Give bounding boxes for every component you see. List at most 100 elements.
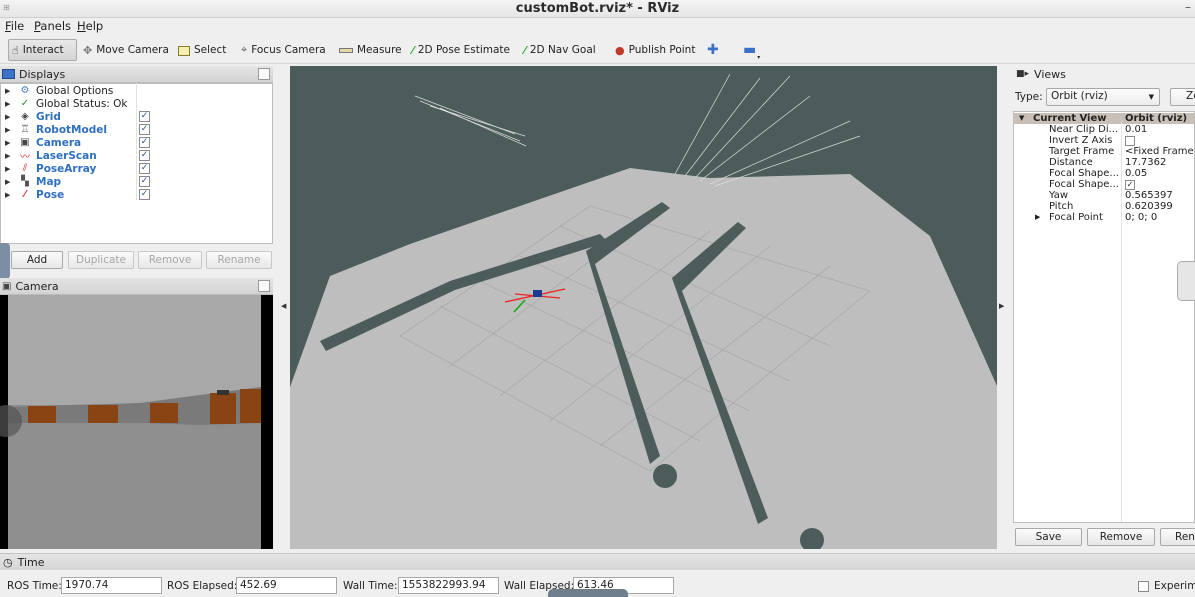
add-tool-button[interactable]: ✚ <box>707 39 719 61</box>
property-value[interactable]: 0.620399 <box>1125 201 1173 212</box>
ros-elapsed-field[interactable]: 452.69 <box>236 577 337 594</box>
rename-display-button[interactable]: Rename <box>206 251 272 269</box>
focal-shape-checkbox[interactable]: ✓ <box>1125 180 1135 190</box>
collapse-left-arrow-icon[interactable]: ◀ <box>281 302 286 310</box>
enable-checkbox[interactable]: ✓ <box>139 137 150 148</box>
property-row[interactable]: Focal Shape... ✓ <box>1014 179 1194 190</box>
enable-checkbox[interactable]: ✓ <box>139 189 150 200</box>
expand-arrow-icon[interactable]: ▶ <box>5 126 10 134</box>
property-row[interactable]: Distance 17.7362 <box>1014 157 1194 168</box>
enable-checkbox[interactable]: ✓ <box>139 150 150 161</box>
wall-time-field[interactable]: 1553822993.94 <box>398 577 499 594</box>
display-row-global-options[interactable]: ▶ ⚙ Global Options <box>1 84 273 97</box>
minimize-button[interactable]: – <box>1185 0 1191 14</box>
display-row-posearray[interactable]: ▶ ⫽ PoseArray ✓ <box>1 162 273 175</box>
monitor-icon <box>2 69 15 79</box>
expand-arrow-icon[interactable]: ▶ <box>5 139 10 147</box>
expand-arrow-icon[interactable]: ▶ <box>5 87 10 95</box>
displays-float-button[interactable] <box>258 68 270 80</box>
measure-tool-button[interactable]: Measure <box>339 39 402 61</box>
view-type-select[interactable]: Orbit (rviz) ▼ <box>1046 88 1160 106</box>
camera-float-button[interactable] <box>258 280 270 292</box>
bottom-dock-handle[interactable] <box>548 589 628 597</box>
property-row[interactable]: Invert Z Axis <box>1014 135 1194 146</box>
display-row-laserscan[interactable]: ▶ 〰 LaserScan ✓ <box>1 149 273 163</box>
dropdown-arrow-icon: ▾ <box>757 53 761 61</box>
menu-help[interactable]: Help <box>77 19 103 33</box>
menu-bar: File Panels Help <box>0 18 1195 36</box>
views-panel-header: ■▸ Views <box>1013 65 1195 83</box>
collapse-arrow-icon[interactable]: ▼ <box>1019 113 1024 124</box>
property-row[interactable]: ▶ Focal Point 0; 0; 0 <box>1014 212 1194 223</box>
interact-tool-button[interactable]: ☝ Interact <box>8 39 77 61</box>
display-row-map[interactable]: ▶ ▚ Map ✓ <box>1 175 273 188</box>
property-value[interactable]: 0.05 <box>1125 168 1147 179</box>
select-tool-button[interactable]: Select <box>178 39 226 61</box>
invert-z-checkbox[interactable] <box>1125 136 1135 146</box>
menu-file[interactable]: File <box>5 19 24 33</box>
display-row-global-status[interactable]: ▶ ✓ Global Status: Ok <box>1 97 273 110</box>
pose-estimate-tool-button[interactable]: ⁄ 2D Pose Estimate <box>412 39 510 61</box>
property-row[interactable]: Near Clip Di... 0.01 <box>1014 124 1194 135</box>
video-camera-icon: ■▸ <box>1016 69 1030 79</box>
expand-arrow-icon[interactable]: ▶ <box>5 165 10 173</box>
zero-button[interactable]: Zero <box>1170 88 1195 106</box>
property-row[interactable]: Yaw 0.565397 <box>1014 190 1194 201</box>
current-view-header[interactable]: ▼ Current View Orbit (rviz) <box>1014 113 1194 124</box>
duplicate-display-button[interactable]: Duplicate <box>68 251 134 269</box>
focus-camera-tool-button[interactable]: ⌖ Focus Camera <box>241 39 326 61</box>
gear-icon: ⚙ <box>20 85 30 96</box>
save-view-button[interactable]: Save <box>1015 528 1082 546</box>
display-row-grid[interactable]: ▶ ◈ Grid ✓ <box>1 110 273 123</box>
expand-arrow-icon[interactable]: ▶ <box>1035 212 1040 223</box>
add-display-button[interactable]: Add <box>11 251 63 269</box>
interact-label: Interact <box>22 44 64 56</box>
ros-time-field[interactable]: 1970.74 <box>61 577 162 594</box>
plus-icon: ✚ <box>707 42 719 58</box>
collapse-right-arrow-icon[interactable]: ▶ <box>999 302 1004 310</box>
property-value[interactable]: 0; 0; 0 <box>1125 212 1157 223</box>
rename-view-button[interactable]: Rename <box>1160 528 1195 546</box>
enable-checkbox[interactable]: ✓ <box>139 176 150 187</box>
move-camera-tool-button[interactable]: ✥ Move Camera <box>83 39 169 61</box>
expand-arrow-icon[interactable]: ▶ <box>5 100 10 108</box>
camera-icon: ▣ <box>20 137 30 148</box>
experimental-checkbox[interactable] <box>1138 581 1149 592</box>
remove-view-button[interactable]: Remove <box>1087 528 1155 546</box>
expand-arrow-icon[interactable]: ▶ <box>5 113 10 121</box>
enable-checkbox[interactable]: ✓ <box>139 111 150 122</box>
enable-checkbox[interactable]: ✓ <box>139 163 150 174</box>
display-row-robotmodel[interactable]: ▶ ♖ RobotModel ✓ <box>1 123 273 136</box>
ros-elapsed-label: ROS Elapsed: <box>167 580 238 592</box>
expand-arrow-icon[interactable]: ▶ <box>5 152 10 160</box>
display-row-pose[interactable]: ▶ ⁄ Pose ✓ <box>1 188 273 201</box>
remove-tool-button[interactable]: ▬ ▾ <box>743 39 760 61</box>
publish-point-tool-button[interactable]: ● Publish Point <box>615 39 695 61</box>
property-value[interactable]: 17.7362 <box>1125 157 1166 168</box>
left-dock-handle[interactable] <box>0 243 10 279</box>
menu-panels[interactable]: Panels <box>34 19 71 33</box>
nav-goal-tool-button[interactable]: ⁄ 2D Nav Goal <box>524 39 596 61</box>
property-name: Focal Shape... <box>1049 179 1119 190</box>
right-dock-handle[interactable] <box>1177 261 1195 301</box>
render-viewport[interactable] <box>290 66 997 549</box>
display-row-camera[interactable]: ▶ ▣ Camera ✓ <box>1 136 273 149</box>
property-row[interactable]: Target Frame <Fixed Frame> <box>1014 146 1194 157</box>
property-row[interactable]: Pitch 0.620399 <box>1014 201 1194 212</box>
column-divider <box>1121 122 1122 522</box>
3d-scene[interactable] <box>290 66 997 549</box>
property-value[interactable]: <Fixed Frame> <box>1125 146 1194 157</box>
remove-display-button[interactable]: Remove <box>138 251 202 269</box>
property-row[interactable]: Focal Shape... 0.05 <box>1014 168 1194 179</box>
property-value[interactable]: 0.01 <box>1125 124 1147 135</box>
view-properties-tree: ▼ Current View Orbit (rviz) Near Clip Di… <box>1013 111 1195 523</box>
zero-label: Zero <box>1186 90 1195 102</box>
crosshair-icon: ⌖ <box>241 43 248 56</box>
camera-image-view <box>0 295 273 549</box>
enable-checkbox[interactable]: ✓ <box>139 124 150 135</box>
expand-arrow-icon[interactable]: ▶ <box>5 191 10 199</box>
camera-icon: ▣ <box>2 280 12 292</box>
map-pin-icon: ● <box>615 43 625 57</box>
property-value[interactable]: 0.565397 <box>1125 190 1173 201</box>
expand-arrow-icon[interactable]: ▶ <box>5 178 10 186</box>
